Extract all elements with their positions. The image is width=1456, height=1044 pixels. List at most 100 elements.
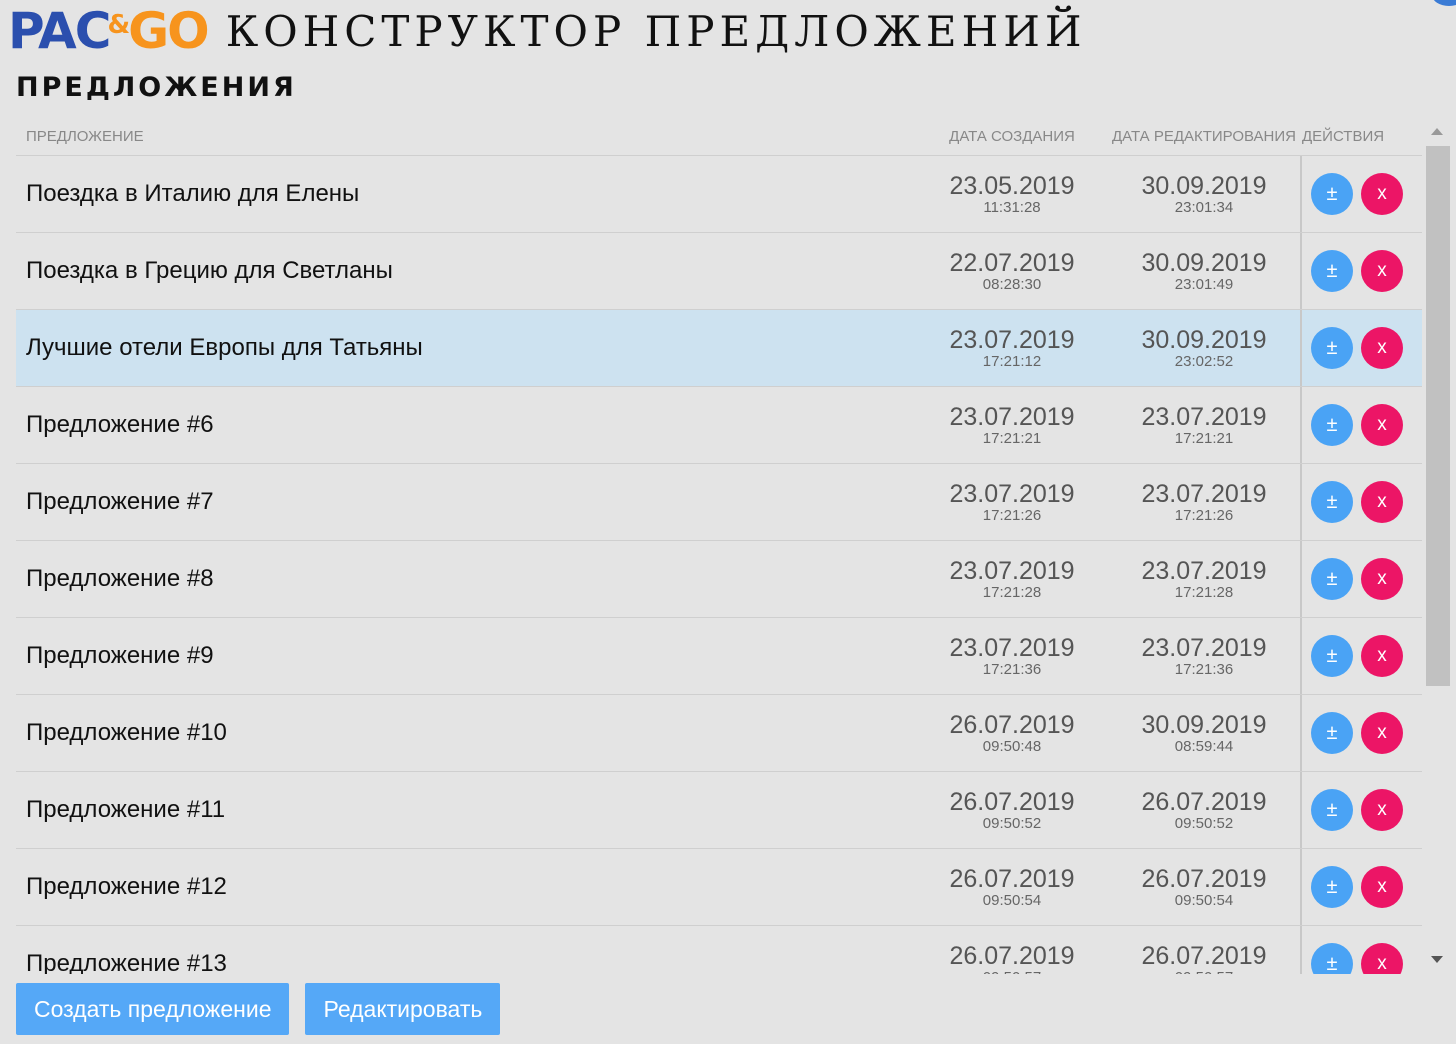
edited-date-cell: 23.07.2019 17:21:21 [1108,402,1300,446]
table-row[interactable]: Предложение #10 26.07.2019 09:50:48 30.0… [16,695,1422,772]
table-row[interactable]: Предложение #6 23.07.2019 17:21:21 23.07… [16,387,1422,464]
offer-name: Предложение #9 [26,642,214,669]
edit-row-button[interactable]: ± [1311,712,1353,754]
offer-name: Предложение #11 [26,796,226,823]
edit-row-button[interactable]: ± [1311,789,1353,831]
created-date-cell: 23.07.2019 17:21:12 [916,327,1108,370]
created-date-cell: 23.07.2019 17:21:36 [916,635,1108,677]
delete-x-icon: x [1377,414,1387,435]
table-row[interactable]: Поездка в Грецию для Светланы 22.07.2019… [16,233,1422,310]
table-row[interactable]: Предложение #11 26.07.2019 09:50:52 26.0… [16,772,1422,849]
column-header-created[interactable]: Дата создания [916,128,1108,145]
scroll-down-arrow-icon[interactable] [1431,956,1443,963]
column-header-edited[interactable]: Дата редактирования [1108,128,1300,145]
table-body: Поездка в Италию для Елены 23.05.2019 11… [16,156,1422,974]
edited-date: 23.07.2019 [1141,402,1267,431]
delete-row-button[interactable]: x [1361,712,1403,754]
edited-date: 30.09.2019 [1141,710,1267,739]
edited-time: 17:21:28 [1174,583,1234,601]
plus-minus-icon: ± [1326,259,1338,282]
delete-x-icon: x [1377,568,1387,589]
table-row[interactable]: Предложение #9 23.07.2019 17:21:36 23.07… [16,618,1422,695]
scroll-up-arrow-icon[interactable] [1431,128,1443,135]
edit-row-button[interactable]: ± [1311,404,1353,446]
edited-time: 23:01:34 [1174,198,1234,216]
offer-name: Лучшие отели Европы для Татьяны [26,334,423,361]
delete-row-button[interactable]: x [1361,481,1403,523]
plus-minus-icon: ± [1326,721,1338,744]
created-time: 09:50:54 [982,891,1042,909]
table-row[interactable]: Предложение #13 26.07.2019 09:50:57 26.0… [16,926,1422,974]
delete-x-icon: x [1377,183,1387,204]
created-date-cell: 26.07.2019 09:50:52 [916,787,1108,831]
created-date: 26.07.2019 [949,710,1075,739]
column-header-name[interactable]: Предложение [16,128,916,145]
app-header: PAC & GO КОНСТРУКТОР ПРЕДЛОЖЕНИЙ [8,0,1086,62]
edited-date: 30.09.2019 [1141,325,1267,354]
logo-amp: & [107,10,131,40]
edited-time: 09:50:57 [1108,970,1300,975]
delete-row-button[interactable]: x [1361,327,1403,369]
edited-date: 23.07.2019 [1141,556,1267,585]
edit-row-button[interactable]: ± [1311,327,1353,369]
table-row[interactable]: Предложение #8 23.07.2019 17:21:28 23.07… [16,541,1422,618]
edited-date-cell: 26.07.2019 09:50:54 [1108,866,1300,909]
edit-row-button[interactable]: ± [1311,250,1353,292]
delete-row-button[interactable]: x [1361,173,1403,215]
created-date: 22.07.2019 [949,248,1075,277]
edited-date: 30.09.2019 [1141,171,1267,200]
created-time: 17:21:12 [982,352,1042,370]
edited-time: 17:21:36 [1174,660,1234,678]
section-title: ПРЕДЛОЖЕНИЯ [16,72,297,103]
plus-minus-icon: ± [1326,182,1338,205]
created-time: 09:50:57 [916,970,1108,975]
table-row[interactable]: Лучшие отели Европы для Татьяны 23.07.20… [16,310,1422,387]
plus-minus-icon: ± [1326,490,1338,513]
app-title: КОНСТРУКТОР ПРЕДЛОЖЕНИЙ [225,6,1087,56]
row-actions: ± x [1300,772,1422,848]
table-row[interactable]: Поездка в Италию для Елены 23.05.2019 11… [16,156,1422,233]
created-time: 17:21:26 [982,506,1042,524]
created-time: 17:21:28 [982,583,1042,601]
edit-offer-button[interactable]: Редактировать [305,983,501,1035]
delete-x-icon: x [1377,337,1387,358]
plus-minus-icon: ± [1326,952,1338,975]
plus-minus-icon: ± [1326,567,1338,590]
scrollbar[interactable] [1423,118,1453,974]
edited-time: 17:21:26 [1174,506,1234,524]
table-row[interactable]: Предложение #12 26.07.2019 09:50:54 26.0… [16,849,1422,926]
edited-time: 09:50:54 [1174,891,1234,909]
create-offer-button[interactable]: Создать предложение [16,983,290,1035]
scrollbar-thumb[interactable] [1426,146,1450,686]
created-date: 23.07.2019 [949,402,1075,431]
edited-date-cell: 23.07.2019 17:21:28 [1108,556,1300,601]
edit-row-button[interactable]: ± [1311,173,1353,215]
created-date: 26.07.2019 [949,864,1075,893]
delete-x-icon: x [1377,491,1387,512]
column-header-actions: Действия [1302,128,1385,145]
row-actions: ± x [1300,156,1422,232]
created-date-cell: 26.07.2019 09:50:48 [916,710,1108,754]
delete-row-button[interactable]: x [1361,789,1403,831]
edit-row-button[interactable]: ± [1311,866,1353,908]
created-date-cell: 22.07.2019 08:28:30 [916,248,1108,292]
delete-row-button[interactable]: x [1361,250,1403,292]
delete-row-button[interactable]: x [1361,866,1403,908]
delete-row-button[interactable]: x [1361,635,1403,677]
delete-row-button[interactable]: x [1361,558,1403,600]
edited-date: 26.07.2019 [1141,941,1267,970]
logo-pac: PAC [8,2,111,60]
edit-row-button[interactable]: ± [1311,558,1353,600]
offer-name: Предложение #6 [26,411,214,438]
created-date: 26.07.2019 [949,787,1075,816]
table-row[interactable]: Предложение #7 23.07.2019 17:21:26 23.07… [16,464,1422,541]
delete-row-button[interactable]: x [1361,404,1403,446]
edit-row-button[interactable]: ± [1311,635,1353,677]
edit-row-button[interactable]: ± [1311,481,1353,523]
edit-row-button[interactable]: ± [1311,943,1353,974]
row-actions: ± x [1300,541,1422,617]
plus-minus-icon: ± [1326,336,1338,359]
corner-badge[interactable] [1432,0,1456,6]
delete-row-button[interactable]: x [1361,943,1403,974]
edited-date-cell: 30.09.2019 23:01:34 [1108,171,1300,216]
